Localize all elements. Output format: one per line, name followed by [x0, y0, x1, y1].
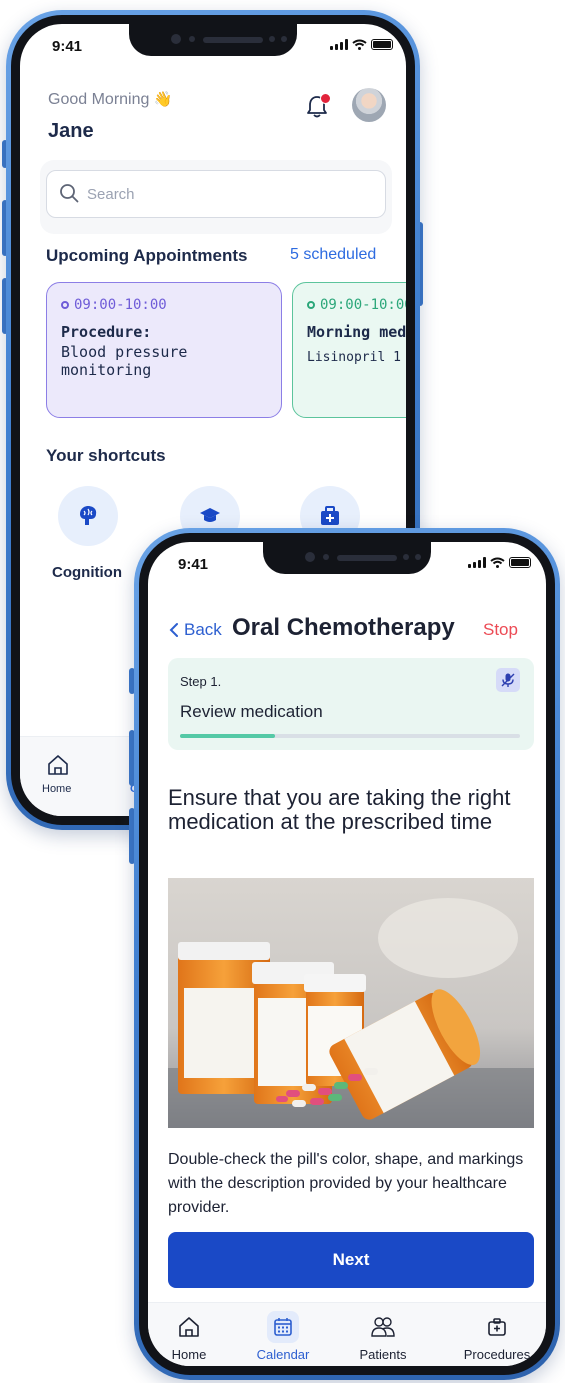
page-title: Oral Chemotherapy [232, 614, 455, 641]
tab-procedures[interactable]: Procedures [452, 1311, 542, 1362]
avatar[interactable] [352, 88, 386, 122]
graduation-cap-icon [200, 508, 220, 522]
procedure-screen: 9:41 Back Oral Chemotherapy Stop Step 1.… [148, 542, 546, 1366]
notification-button[interactable] [304, 93, 332, 122]
home-icon [179, 1317, 199, 1337]
clock-dot-icon [307, 301, 315, 309]
wifi-icon [490, 557, 505, 568]
tab-patients[interactable]: Patients [338, 1311, 428, 1362]
pill-bottles-image [168, 878, 534, 1128]
home-icon[interactable] [46, 753, 70, 777]
mute-mic-button[interactable] [496, 668, 520, 692]
user-name: Jane [48, 120, 94, 142]
tab-home-label: Home [42, 783, 72, 795]
search-input[interactable]: Search [46, 170, 386, 218]
appointments-count-link[interactable]: 5 scheduled [290, 246, 376, 264]
tab-label: Patients [359, 1347, 407, 1362]
patients-icon [371, 1317, 395, 1337]
shortcuts-heading: Your shortcuts [46, 446, 166, 465]
appointment-card[interactable]: 09:00-10:00 Procedure: Blood pressure mo… [46, 282, 282, 418]
appointment-title: Morning medication [307, 323, 406, 341]
procedure-phone: 9:41 Back Oral Chemotherapy Stop Step 1.… [134, 528, 560, 1380]
mic-off-icon [501, 673, 515, 687]
procedure-tab-bar: Home Calendar Patients Procedures [148, 1302, 546, 1366]
status-icons [468, 557, 531, 568]
clock-dot-icon [61, 301, 69, 309]
step-card: Step 1. Review medication [168, 658, 534, 750]
step-progress-track [180, 734, 520, 738]
brain-icon [80, 506, 97, 525]
battery-icon [509, 557, 531, 568]
appointment-title: Procedure: [61, 323, 152, 341]
step-number: Step 1. [180, 674, 222, 689]
back-button[interactable]: Back [168, 620, 222, 640]
search-area: Search [40, 160, 392, 234]
calendar-icon [274, 1318, 292, 1336]
medication-photo [168, 878, 534, 1128]
wave-icon: 👋 [153, 91, 173, 108]
appointment-time: 09:00-10:00 [320, 297, 406, 313]
appointment-desc: Lisinopril 1 tablet [307, 350, 406, 365]
stop-button[interactable]: Stop [483, 620, 518, 640]
tab-label: Procedures [463, 1347, 531, 1362]
status-time: 9:41 [52, 38, 83, 55]
tab-label: Calendar [256, 1347, 310, 1362]
step-title: Review medication [180, 702, 323, 721]
wifi-icon [352, 39, 367, 50]
next-button[interactable]: Next [168, 1232, 534, 1288]
appointments-heading: Upcoming Appointments [46, 246, 248, 265]
back-label: Back [184, 620, 222, 639]
procedures-icon [488, 1318, 506, 1336]
tab-calendar[interactable]: Calendar [238, 1311, 328, 1362]
notification-badge [320, 93, 331, 104]
appointment-desc: Blood pressure monitoring [61, 343, 188, 379]
status-time: 9:41 [178, 556, 209, 573]
battery-icon [371, 39, 393, 50]
first-aid-kit-icon [321, 506, 339, 525]
tab-label: Home [171, 1347, 207, 1362]
notch [129, 24, 297, 56]
chevron-left-icon [169, 623, 178, 637]
notch [263, 542, 431, 574]
status-icons [330, 39, 393, 50]
signal-icon [468, 557, 486, 568]
appointment-card[interactable]: 09:00-10:00 Morning medication Lisinopri… [292, 282, 406, 418]
shortcut-label: Cognition [52, 564, 122, 581]
shortcut-cognition[interactable] [58, 486, 118, 546]
tab-home[interactable]: Home [148, 1311, 234, 1362]
search-placeholder: Search [87, 186, 135, 203]
greeting: Good Morning 👋 [48, 91, 173, 108]
search-icon [60, 184, 79, 203]
instruction-description: Double-check the pill's color, shape, an… [168, 1151, 524, 1216]
signal-icon [330, 39, 348, 50]
instruction-headline: Ensure that you are taking the right med… [168, 785, 511, 834]
appointment-time: 09:00-10:00 [74, 297, 167, 313]
step-progress-fill [180, 734, 276, 738]
